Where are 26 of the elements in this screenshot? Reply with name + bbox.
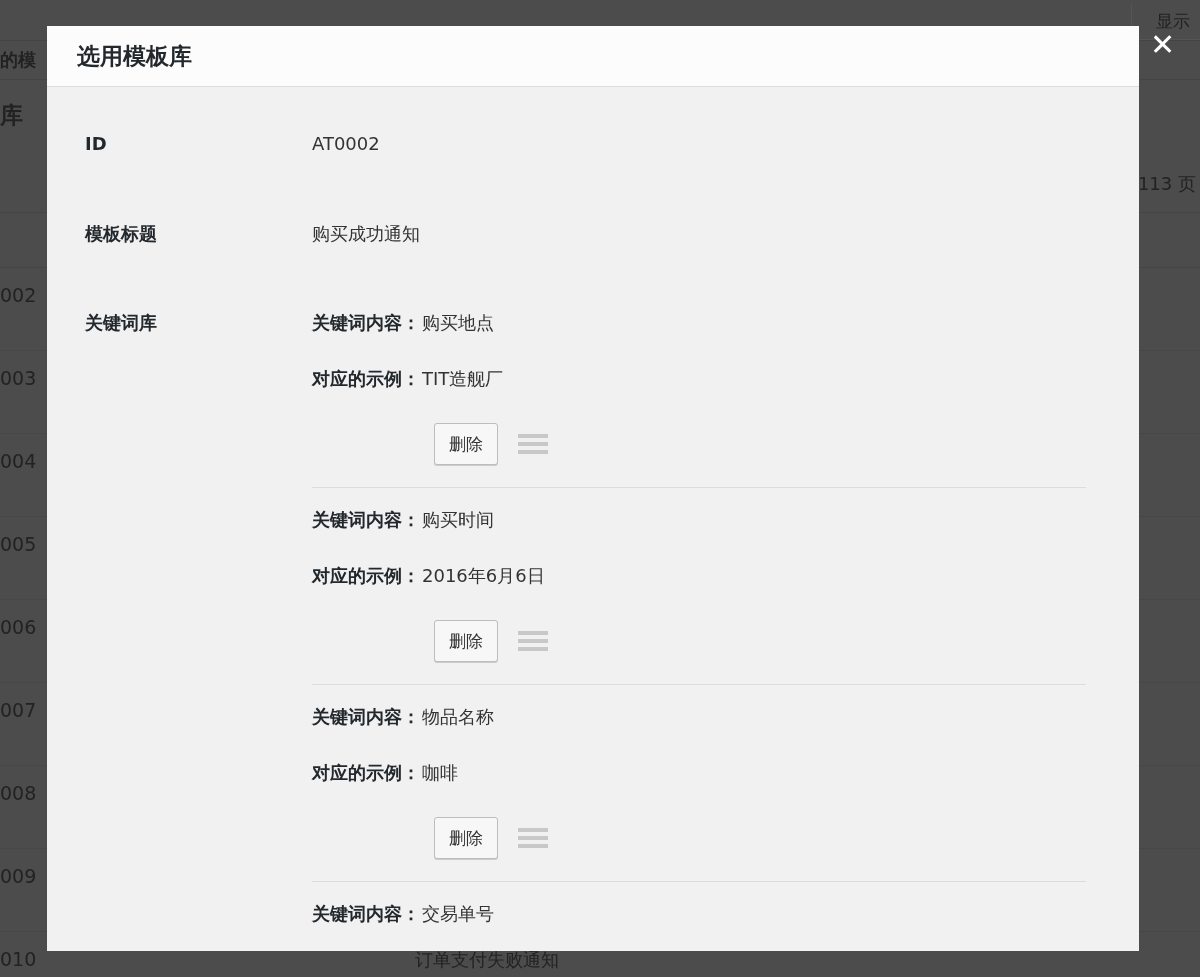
drag-handle-icon[interactable] [518,631,548,651]
keyword-value: 购买地点 [421,311,494,335]
keyword-value: 交易单号 [421,902,494,926]
keyword-label: 关键词内容： [312,311,420,335]
field-label: 关键词库 [85,311,158,335]
delete-button[interactable]: 删除 [434,620,498,662]
delete-button[interactable]: 删除 [434,817,498,859]
keyword-label: 关键词内容： [312,705,420,729]
field-value: AT0002 [312,133,381,156]
keyword-value: 物品名称 [421,705,494,729]
keyword-label: 关键词内容： [312,508,420,532]
delete-button[interactable]: 删除 [434,423,498,465]
field-value: 购买成功通知 [312,222,421,246]
example-value: TIT造舰厂 [421,367,504,391]
keyword-label: 关键词内容： [312,902,420,926]
keyword-value: 购买时间 [421,508,494,532]
modal-title: 选用模板库 [77,41,192,71]
field-label: 模板标题 [85,222,158,246]
example-label: 对应的示例： [312,367,420,391]
example-label: 对应的示例： [312,761,420,785]
field-label: ID [85,133,108,154]
example-label: 对应的示例： [312,564,420,588]
example-value: 咖啡 [421,761,458,785]
drag-handle-icon[interactable] [518,434,548,454]
drag-handle-icon[interactable] [518,828,548,848]
example-value: 2016年6月6日 [421,564,545,588]
